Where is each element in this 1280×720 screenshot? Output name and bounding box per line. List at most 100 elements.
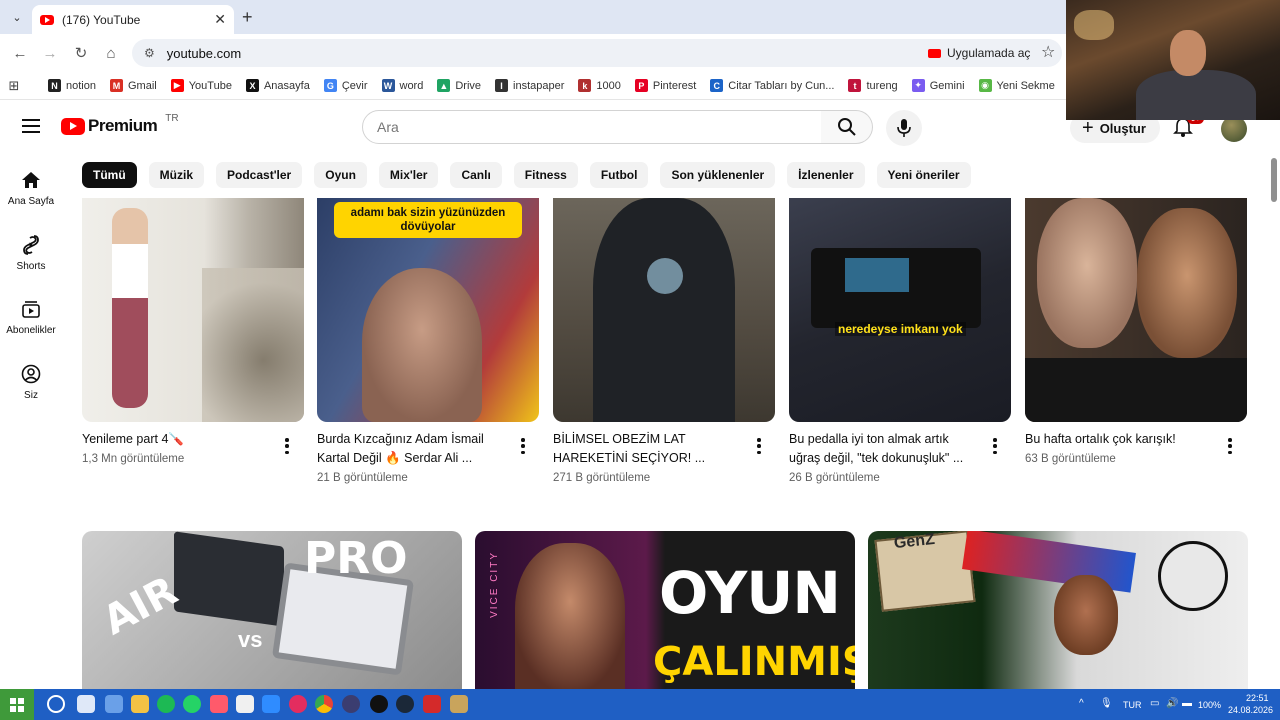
voice-search-button[interactable]: [886, 110, 922, 146]
filter-chip[interactable]: Müzik: [148, 162, 205, 188]
browser-tab-youtube[interactable]: (176) YouTube ✕: [32, 5, 234, 34]
youtube-premium-logo[interactable]: Premium TR: [61, 113, 179, 136]
video-title-line: Bu pedalla iyi ton almak artık: [789, 432, 949, 446]
store-icon[interactable]: [105, 695, 123, 713]
language-indicator[interactable]: TUR: [1123, 700, 1142, 710]
scrollbar-thumb[interactable]: [1271, 158, 1277, 202]
bookmark-item[interactable]: ✦ Gemini: [911, 79, 965, 92]
filter-chip[interactable]: Son yüklenenler: [660, 162, 776, 188]
bookmark-favicon-icon: W: [381, 79, 395, 92]
filter-chip[interactable]: Yeni öneriler: [876, 162, 971, 188]
bookmark-item[interactable]: C Citar Tabları by Cun...: [710, 79, 834, 92]
sidebar-item-shorts[interactable]: Shorts: [0, 233, 62, 272]
sidebar-item-you[interactable]: Siz: [0, 362, 62, 401]
bookmark-item[interactable]: X Anasayfa: [245, 79, 310, 92]
media-player-icon[interactable]: [289, 695, 307, 713]
video-thumbnail-8[interactable]: GenZ: [868, 531, 1248, 689]
sidebar-item-label: Siz: [24, 390, 38, 401]
search-button[interactable]: [821, 110, 873, 144]
video-thumbnail-3[interactable]: [553, 198, 775, 422]
video-thumbnail-4[interactable]: neredeyse imkanı yok: [789, 198, 1011, 422]
filter-chip[interactable]: Canlı: [450, 162, 502, 188]
filter-chip[interactable]: Futbol: [589, 162, 649, 188]
open-in-app-button[interactable]: Uygulamada aç: [928, 46, 1030, 60]
video-thumbnail-2[interactable]: adamı bak sizin yüzünüzden dövüyolar: [317, 198, 539, 422]
app-icon[interactable]: [210, 695, 228, 713]
open-in-app-label: Uygulamada aç: [947, 46, 1031, 60]
site-info-icon[interactable]: ⚙: [144, 46, 155, 60]
bookmark-item[interactable]: ▲ Drive: [437, 79, 481, 92]
back-arrow-icon[interactable]: ←: [10, 43, 30, 63]
video-menu-kebab-icon[interactable]: [1228, 438, 1232, 454]
clock-time[interactable]: 22:51: [1246, 693, 1269, 703]
filter-chip[interactable]: Fitness: [513, 162, 578, 188]
menu-hamburger-icon[interactable]: [22, 119, 40, 133]
video-menu-kebab-icon[interactable]: [757, 438, 761, 454]
bookmark-item[interactable]: Wword: [381, 79, 423, 92]
app-icon[interactable]: [450, 695, 468, 713]
cloud-icon[interactable]: [262, 695, 280, 713]
video-menu-kebab-icon[interactable]: [521, 438, 525, 454]
sidebar-item-subscriptions[interactable]: Abonelikler: [0, 297, 62, 336]
video-thumbnail-1[interactable]: [82, 198, 304, 422]
bookmark-item[interactable]: G Çevir: [323, 79, 368, 92]
whatsapp-icon[interactable]: [183, 695, 201, 713]
bookmark-item[interactable]: Iinstapaper: [495, 79, 564, 92]
video-title-4[interactable]: Bu pedalla iyi ton almak artık uğraş değ…: [789, 430, 985, 468]
page-scrollbar[interactable]: [1268, 152, 1280, 689]
bookmark-item[interactable]: Nnotion: [48, 79, 96, 92]
filter-chip[interactable]: Oyun: [314, 162, 367, 188]
bookmark-item[interactable]: M Gmail: [109, 79, 157, 92]
video-title-line: Burda Kızcağınız Adam İsmail: [317, 432, 484, 446]
bookmark-item[interactable]: t tureng: [848, 79, 898, 92]
app-icon[interactable]: [236, 695, 254, 713]
home-icon[interactable]: ⌂: [101, 43, 121, 63]
video-title-2[interactable]: Burda Kızcağınız Adam İsmail Kartal Deği…: [317, 430, 513, 468]
sidebar-item-home[interactable]: Ana Sayfa: [0, 168, 62, 207]
microphone-tray-icon[interactable]: 🎙: [1100, 698, 1113, 709]
filter-chip[interactable]: İzlenenler: [787, 162, 865, 188]
bookmark-item[interactable]: ◉ Yeni Sekme: [978, 79, 1055, 92]
app-icon[interactable]: [342, 695, 360, 713]
chrome-icon[interactable]: [315, 695, 333, 713]
filter-chip[interactable]: Mix'ler: [378, 162, 439, 188]
video-title-3[interactable]: BİLİMSEL OBEZİM LAT HAREKETİNİ SEÇİYOR! …: [553, 430, 749, 468]
network-icon[interactable]: ▭: [1150, 698, 1159, 709]
steam-icon[interactable]: [396, 695, 414, 713]
apps-grid-icon[interactable]: ⊞: [0, 78, 28, 94]
start-button[interactable]: [0, 689, 34, 720]
search-input[interactable]: Ara: [362, 110, 822, 144]
video-title-5[interactable]: Bu hafta ortalık çok karışık!: [1025, 430, 1221, 449]
tray-chevron-icon[interactable]: ^: [1079, 698, 1084, 709]
video-thumbnail-7[interactable]: VICE CITY OYUN ÇALINMIŞ: [475, 531, 855, 689]
video-views-5: 63 B görüntüleme: [1025, 453, 1116, 465]
file-explorer-icon[interactable]: [131, 695, 149, 713]
address-bar[interactable]: ⚙ youtube.com: [132, 39, 1062, 67]
bookmark-favicon-icon: ◉: [978, 79, 992, 92]
forward-arrow-icon[interactable]: →: [40, 43, 60, 63]
bookmark-item[interactable]: ▶ YouTube: [170, 79, 232, 92]
bookmark-star-icon[interactable]: ☆: [1041, 42, 1055, 62]
search-taskbar-icon[interactable]: [47, 695, 65, 713]
task-view-icon[interactable]: [77, 695, 95, 713]
bookmark-favicon-icon: P: [634, 79, 648, 92]
bookmark-item[interactable]: k 1000: [578, 79, 621, 92]
volume-icon[interactable]: 🔊: [1166, 698, 1178, 709]
video-thumbnail-6[interactable]: AIR PRO vs: [82, 531, 462, 689]
app-icon[interactable]: [370, 695, 388, 713]
video-thumbnail-5[interactable]: [1025, 198, 1247, 422]
video-title-1[interactable]: Yenileme part 4🪛: [82, 430, 278, 449]
app-icon[interactable]: [423, 695, 441, 713]
spotify-icon[interactable]: [157, 695, 175, 713]
filter-chip[interactable]: Podcast'ler: [216, 162, 303, 188]
close-tab-icon[interactable]: ✕: [214, 11, 226, 28]
video-menu-kebab-icon[interactable]: [285, 438, 289, 454]
tab-search-chevron-icon[interactable]: ⌄: [8, 8, 26, 26]
battery-icon[interactable]: ▬: [1182, 698, 1192, 709]
reload-icon[interactable]: ↻: [71, 43, 91, 63]
bookmark-item[interactable]: P Pinterest: [634, 79, 696, 92]
filter-chip[interactable]: Tümü: [82, 162, 137, 188]
new-tab-plus-icon[interactable]: +: [242, 7, 253, 28]
clock-date[interactable]: 24.08.2026: [1228, 705, 1273, 715]
video-menu-kebab-icon[interactable]: [993, 438, 997, 454]
